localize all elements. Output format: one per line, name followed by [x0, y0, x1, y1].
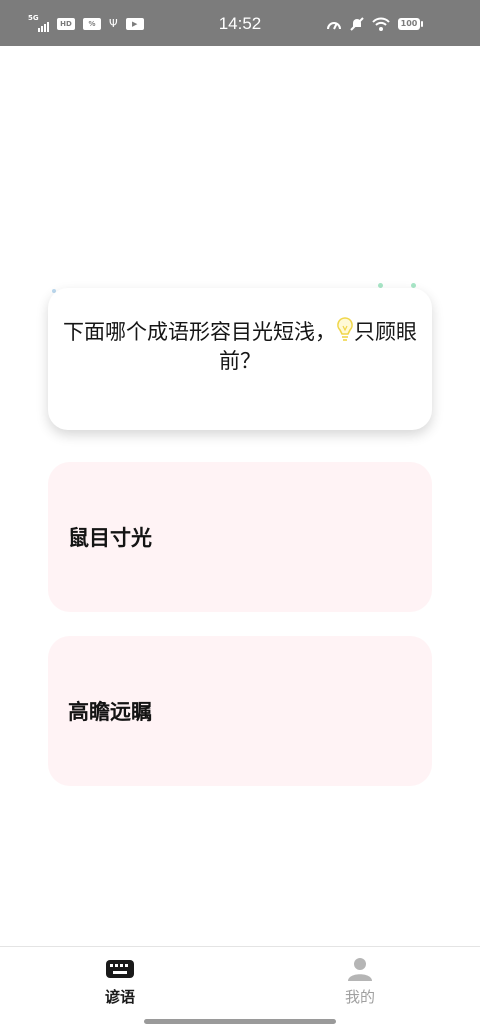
bottom-tab-bar: 谚语 我的: [0, 946, 480, 1025]
option-card-2[interactable]: 高瞻远瞩: [48, 636, 432, 786]
tab-proverbs[interactable]: 谚语: [60, 957, 180, 1006]
user-icon: [348, 958, 372, 981]
status-bar: 5G HD % Ψ ▶ 14:52 100: [0, 0, 480, 46]
speed-icon: [327, 22, 341, 30]
question-text-part-1: 下面哪个成语形容目光短浅，: [63, 320, 336, 344]
tab-label: 谚语: [104, 988, 135, 1006]
status-right-group: 100: [326, 14, 423, 34]
wifi-icon: [372, 17, 390, 31]
option-card-1[interactable]: 鼠目寸光: [48, 462, 432, 612]
mute-icon: [350, 17, 364, 31]
home-indicator[interactable]: [144, 1019, 336, 1024]
option-label: 鼠目寸光: [68, 526, 152, 550]
keyboard-icon: [106, 960, 134, 978]
question-card: 下面哪个成语形容目光短浅， 只顾眼前？: [48, 288, 432, 430]
tab-me[interactable]: 我的: [300, 957, 420, 1006]
option-label: 高瞻远瞩: [68, 700, 152, 724]
lightbulb-icon: [337, 317, 353, 341]
question-text: 下面哪个成语形容目光短浅， 只顾眼前？: [54, 316, 426, 376]
tab-label: 我的: [344, 988, 375, 1006]
battery-icon: 100: [398, 18, 423, 30]
